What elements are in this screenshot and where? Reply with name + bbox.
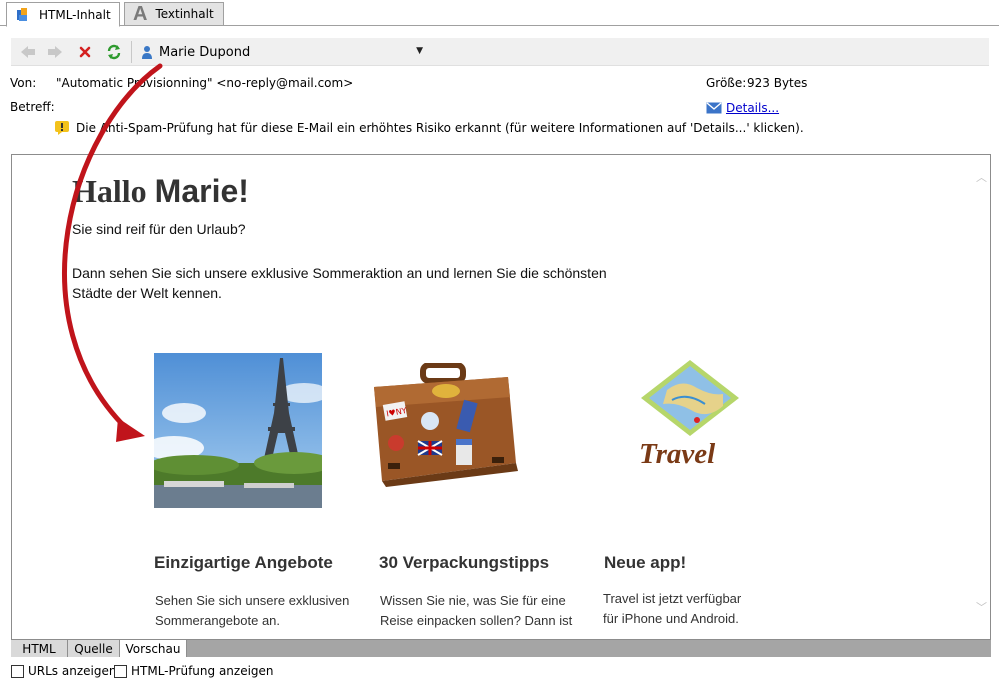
tab-preview[interactable]: Vorschau [120,640,187,657]
offers-title: Einzigartige Angebote [154,553,333,572]
size-value: 923 Bytes [747,76,808,90]
from-value: "Automatic Provisionning" <no-reply@mail… [56,76,354,90]
offers-text-line2: Sommerangebote an. [155,613,281,628]
show-urls-checkbox[interactable] [11,664,24,678]
packing-tips-text-line1: Wissen Sie nie, was Sie für eine [380,593,566,608]
new-app-title: Neue app! [604,553,687,572]
text-content-icon: A [133,2,148,25]
source-view-tabs: HTML Quelle Vorschau [11,640,991,657]
suitcase-image: I♥NY [368,362,520,488]
show-html-check-label: HTML-Prüfung anzeigen [131,664,274,678]
new-app-text-line2: für iPhone und Android. [603,611,739,626]
eiffel-tower-image [154,353,322,508]
tab-text-content[interactable]: A Textinhalt [124,2,224,26]
subject-label: Betreff: [10,100,55,114]
recipient-name: Marie Dupond [159,44,251,60]
tab-source[interactable]: Quelle [68,640,120,657]
refresh-button[interactable] [103,42,125,62]
spam-warning: Die Anti-Spam-Prüfung hat für diese E-Ma… [54,121,804,135]
toolbar-separator [131,41,132,63]
refresh-icon [107,44,121,60]
warning-icon [54,121,70,135]
delete-button[interactable] [74,42,96,62]
size-label: Größe: [706,76,747,90]
show-urls-option[interactable]: URLs anzeigen [11,664,116,678]
arrow-left-icon [21,46,35,58]
show-html-check-checkbox[interactable] [114,664,127,678]
tab-html-content-label: HTML-Inhalt [39,7,111,22]
tab-html[interactable]: HTML [11,640,68,657]
show-html-check-option[interactable]: HTML-Prüfung anzeigen [114,664,274,678]
close-icon [79,46,91,58]
details-link-row[interactable]: Details... [706,101,779,115]
travel-logo-text: Travel [639,438,716,470]
envelope-icon [706,102,722,114]
from-label: Von: [10,76,37,90]
forward-button[interactable] [44,42,66,62]
spam-warning-text: Die Anti-Spam-Prüfung hat für diese E-Ma… [76,121,804,135]
scroll-up-icon[interactable]: ︿ [976,169,987,185]
chevron-down-icon: ▼ [416,46,423,56]
details-link[interactable]: Details... [726,101,779,115]
email-intro: Sie sind reif für den Urlaub? [72,221,246,237]
preview-toolbar: Marie Dupond ▼ [11,38,989,66]
recipient-dropdown[interactable]: Marie Dupond ▼ [141,41,423,63]
show-urls-label: URLs anzeigen [28,664,117,678]
back-button[interactable] [17,42,39,62]
new-app-text-line1: Travel ist jetzt verfügbar [603,591,742,606]
packing-tips-title: 30 Verpackungstipps [379,553,550,572]
email-body-line2: Städte der Welt kennen. [72,285,222,301]
vertical-scrollbar[interactable]: ︿ ﹀ [972,155,990,639]
packing-tips-text-line2: Reise einpacken sollen? Dann ist [380,613,573,628]
html-content-icon [15,7,31,23]
scroll-down-icon[interactable]: ﹀ [976,599,987,615]
user-icon [141,45,153,59]
tab-text-content-label: Textinhalt [155,7,214,21]
email-preview-frame: Hallo Marie! Sie sind reif für den Urlau… [11,154,991,640]
arrow-right-icon [48,46,62,58]
email-greeting: Hallo Marie! [72,173,249,209]
offers-text-line1: Sehen Sie sich unsere exklusiven [155,593,350,608]
tab-html-content[interactable]: HTML-Inhalt [6,2,120,27]
email-body-line1: Dann sehen Sie sich unsere exklusive Som… [72,265,607,281]
content-tabs: HTML-Inhalt A Textinhalt [0,0,999,27]
